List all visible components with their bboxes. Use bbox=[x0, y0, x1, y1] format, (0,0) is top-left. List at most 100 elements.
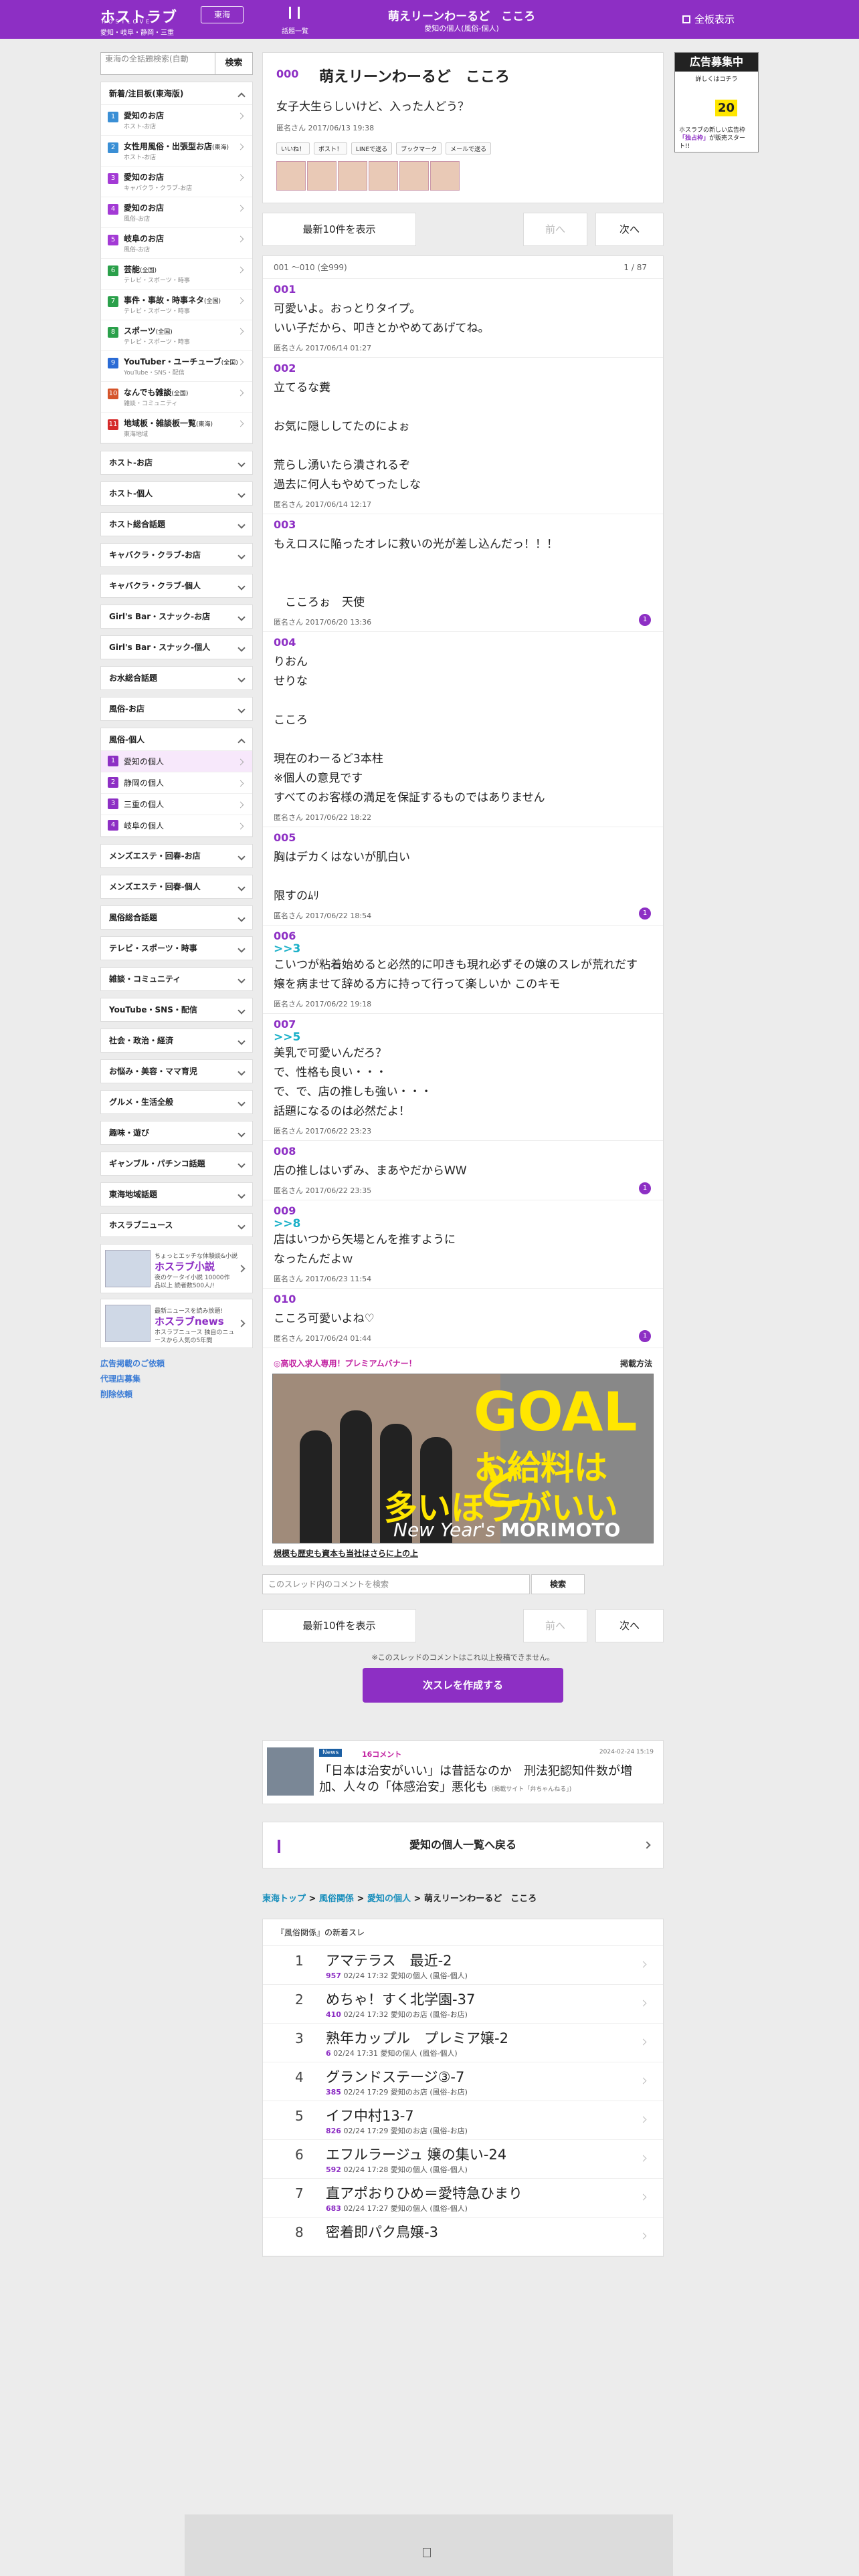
category-header[interactable]: ホスラブニュース bbox=[101, 1214, 252, 1237]
premium-more-link[interactable]: 掲載方法 bbox=[620, 1354, 652, 1374]
reply-anchor-link[interactable]: >>5 bbox=[274, 1031, 652, 1044]
new-thread-item[interactable]: 1 アマテラス 最近-2 957 02/24 17:32 愛知の個人 (風俗-個人) bbox=[263, 1946, 663, 1985]
breadcrumb-category[interactable]: 風俗関係 bbox=[319, 1894, 354, 1904]
fuzoku-board-item[interactable]: 2 静岡の個人 bbox=[101, 772, 252, 794]
avatar[interactable] bbox=[276, 161, 306, 191]
category-header[interactable]: テレビ・スポーツ・時事 bbox=[101, 937, 252, 960]
category-header[interactable]: グルメ・生活全般 bbox=[101, 1091, 252, 1113]
prev-button[interactable]: 前へ bbox=[523, 213, 587, 246]
facebook-like-button[interactable]: いいね！ bbox=[276, 142, 310, 154]
category-header[interactable]: ホスト-お店 bbox=[101, 451, 252, 474]
category-header[interactable]: メンズエステ・回春-お店 bbox=[101, 845, 252, 867]
line-share-button[interactable]: LINEで送る bbox=[351, 142, 393, 154]
reply-count-badge[interactable]: 1 bbox=[639, 1330, 651, 1342]
category-header[interactable]: ギャンブル・パチンコ話題 bbox=[101, 1152, 252, 1175]
category-header[interactable]: 風俗総合話題 bbox=[101, 906, 252, 929]
fuzoku-kojin-header[interactable]: 風俗-個人 bbox=[101, 728, 252, 751]
fuzoku-board-item[interactable]: 3 三重の個人 bbox=[101, 794, 252, 815]
category-header[interactable]: 趣味・遊び bbox=[101, 1121, 252, 1144]
post-number[interactable]: 008 bbox=[274, 1145, 652, 1158]
fuzoku-board-item[interactable]: 4 岐阜の個人 bbox=[101, 815, 252, 837]
all-boards-button[interactable]: 全板表示 bbox=[682, 12, 735, 26]
category-header[interactable]: Girl's Bar・スナック-お店 bbox=[101, 605, 252, 628]
reply-anchor-link[interactable]: >>3 bbox=[274, 942, 652, 956]
reply-count-badge[interactable]: 1 bbox=[639, 614, 651, 626]
category-header[interactable]: メンズエステ・回春-個人 bbox=[101, 875, 252, 898]
category-header[interactable]: お悩み・美容・ママ育児 bbox=[101, 1060, 252, 1083]
category-header[interactable]: YouTube・SNS・配信 bbox=[101, 998, 252, 1021]
search-button[interactable]: 検索 bbox=[215, 52, 253, 75]
category-header[interactable]: お水総合話題 bbox=[101, 667, 252, 689]
new-thread-item[interactable]: 4 グランドステージ③-7 385 02/24 17:29 愛知のお店 (風俗-お店… bbox=[263, 2062, 663, 2101]
new-board-item[interactable]: 5 岐阜のお店 風俗-お店 bbox=[101, 228, 252, 259]
avatar[interactable] bbox=[307, 161, 337, 191]
new-board-item[interactable]: 3 愛知のお店 キャバクラ・クラブ-お店 bbox=[101, 167, 252, 197]
new-board-item[interactable]: 11 地域板・雑談板一覧(東海) 東海地域 bbox=[101, 413, 252, 443]
new-board-item[interactable]: 2 女性用風俗・出張型お店(東海) ホスト-お店 bbox=[101, 136, 252, 167]
latest-10-button[interactable]: 最新10件を表示 bbox=[262, 213, 416, 246]
avatar[interactable] bbox=[430, 161, 460, 191]
post-number[interactable]: 005 bbox=[274, 831, 652, 844]
novel-banner[interactable]: ちょっとエッチな体験談&小説 ホスラブ小説 夜のケータイ小説 10000作品以上… bbox=[100, 1244, 253, 1293]
news-banner[interactable]: 最新ニュースを読み放題! ホスラブnews ホスラブニュース 独自のニュースから… bbox=[100, 1299, 253, 1348]
breadcrumb-top[interactable]: 東海トップ bbox=[262, 1894, 306, 1904]
new-thread-button[interactable]: 次スレを作成する bbox=[363, 1668, 563, 1703]
category-header[interactable]: ホスト-個人 bbox=[101, 482, 252, 505]
new-thread-item[interactable]: 2 めちゃ！すく北学園-37 410 02/24 17:32 愛知のお店 (風俗-お… bbox=[263, 1985, 663, 2024]
new-board-item[interactable]: 7 事件・事故・時事ネタ(全国) テレビ・スポーツ・時事 bbox=[101, 290, 252, 320]
breadcrumb-board[interactable]: 愛知の個人 bbox=[367, 1894, 411, 1904]
category-header[interactable]: 東海地域話題 bbox=[101, 1183, 252, 1206]
next-button[interactable]: 次へ bbox=[595, 213, 664, 246]
new-board-item[interactable]: 10 なんでも雑談(全国) 雑談・コミュニティ bbox=[101, 382, 252, 413]
post-number[interactable]: 007 bbox=[274, 1018, 652, 1031]
x-post-button[interactable]: ポスト！ bbox=[314, 142, 348, 154]
category-header[interactable]: 風俗-お店 bbox=[101, 697, 252, 720]
post-number[interactable]: 003 bbox=[274, 518, 652, 531]
category-header[interactable]: キャバクラ・クラブ-個人 bbox=[101, 574, 252, 597]
new-thread-item[interactable]: 8 密着即パク鳥嬢-3 bbox=[263, 2218, 663, 2256]
mail-share-button[interactable]: メールで送る bbox=[446, 142, 492, 154]
back-to-list-button[interactable]: 愛知の個人一覧へ戻る bbox=[262, 1822, 664, 1868]
latest-10-button[interactable]: 最新10件を表示 bbox=[262, 1609, 416, 1642]
post-number[interactable]: 009 bbox=[274, 1204, 652, 1217]
post-number[interactable]: 002 bbox=[274, 362, 652, 374]
post-number[interactable]: 006 bbox=[274, 930, 652, 942]
fuzoku-board-item[interactable]: 1 愛知の個人 bbox=[101, 751, 252, 772]
delete-request-link[interactable]: 削除依頼 bbox=[100, 1388, 253, 1400]
reply-anchor-link[interactable]: >>8 bbox=[274, 1217, 652, 1230]
avatar[interactable] bbox=[338, 161, 367, 191]
category-header[interactable]: キャバクラ・クラブ-お店 bbox=[101, 544, 252, 566]
reply-count-badge[interactable]: 1 bbox=[639, 1182, 651, 1194]
category-header[interactable]: 雑談・コミュニティ bbox=[101, 968, 252, 990]
topic-list-label[interactable]: 話題一覧 bbox=[273, 25, 317, 35]
new-thread-item[interactable]: 7 直アポおりひめ＝愛特急ひまり 683 02/24 17:27 愛知の個人 (風俗… bbox=[263, 2179, 663, 2218]
new-board-item[interactable]: 6 芸能(全国) テレビ・スポーツ・時事 bbox=[101, 259, 252, 290]
premium-footer-link[interactable]: 規模も歴史も資本も当社はさらに上の上 bbox=[263, 1543, 663, 1566]
comment-search-input[interactable]: このスレッド内のコメントを検索 bbox=[262, 1574, 530, 1594]
bookmark-button[interactable]: ブックマーク bbox=[396, 142, 442, 154]
region-button[interactable]: 東海 bbox=[201, 6, 244, 23]
premium-banner[interactable]: GOALと お給料は 多いほうがいい New Year's MORIMOTO bbox=[272, 1374, 654, 1543]
prev-button[interactable]: 前へ bbox=[523, 1609, 587, 1642]
category-header[interactable]: Girl's Bar・スナック-個人 bbox=[101, 636, 252, 659]
avatar[interactable] bbox=[369, 161, 398, 191]
ad-banner[interactable]: 広告募集中 詳しくはコチラ 20 ホスラブの新しい広告枠「独占枠」が販売スタート… bbox=[674, 52, 759, 152]
avatar[interactable] bbox=[399, 161, 429, 191]
new-boards-header[interactable]: 新着/注目板(東海版) bbox=[101, 82, 252, 105]
topic-list-icon[interactable] bbox=[289, 7, 300, 19]
post-number[interactable]: 004 bbox=[274, 636, 652, 649]
search-input[interactable]: 東海の全話題検索(自動 bbox=[100, 52, 215, 75]
category-header[interactable]: 社会・政治・経済 bbox=[101, 1029, 252, 1052]
reply-count-badge[interactable]: 1 bbox=[639, 907, 651, 920]
agency-link[interactable]: 代理店募集 bbox=[100, 1373, 253, 1384]
new-thread-item[interactable]: 6 エフルラージュ 嬢の集い-24 592 02/24 17:28 愛知の個人 (風… bbox=[263, 2140, 663, 2179]
next-button[interactable]: 次へ bbox=[595, 1609, 664, 1642]
post-number[interactable]: 010 bbox=[274, 1293, 652, 1305]
new-thread-item[interactable]: 3 熟年カップル プレミア嬢-2 6 02/24 17:31 愛知の個人 (風俗-個… bbox=[263, 2024, 663, 2062]
post-number[interactable]: 001 bbox=[274, 283, 652, 296]
page-icon[interactable] bbox=[423, 2548, 431, 2557]
category-header[interactable]: ホスト総合話題 bbox=[101, 513, 252, 536]
news-card[interactable]: News 16コメント 2024-02-24 15:19 「日本は治安がいい」は… bbox=[262, 1740, 664, 1804]
new-board-item[interactable]: 4 愛知のお店 風俗-お店 bbox=[101, 197, 252, 228]
new-board-item[interactable]: 8 スポーツ(全国) テレビ・スポーツ・時事 bbox=[101, 320, 252, 351]
